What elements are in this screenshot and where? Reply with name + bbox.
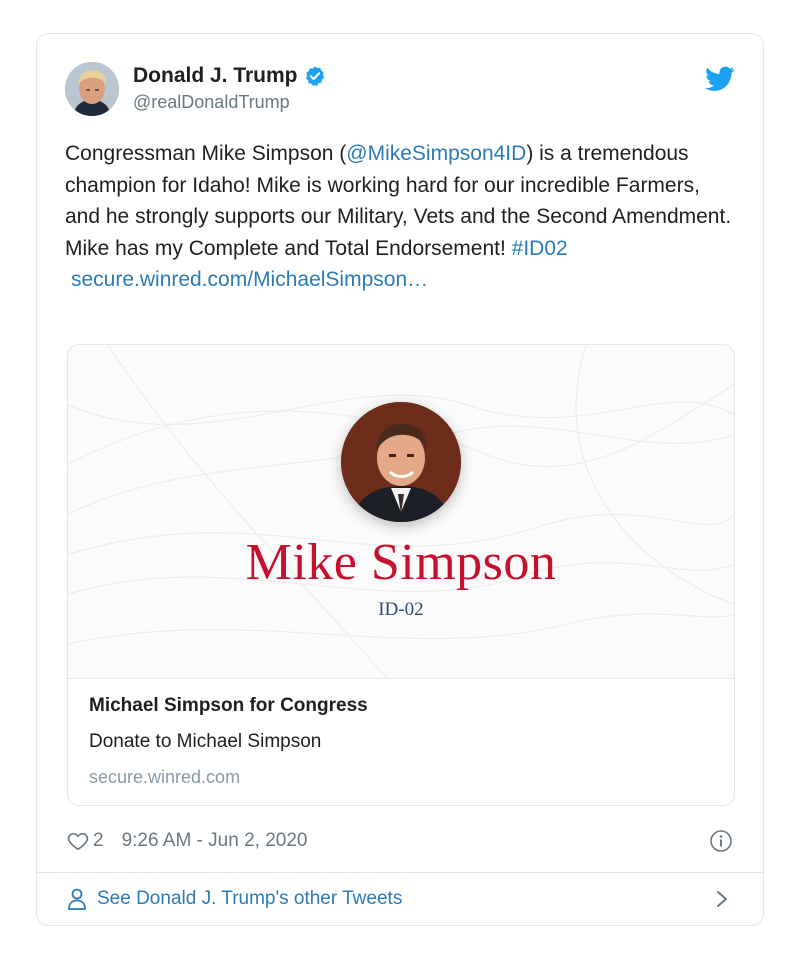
tweet-text: Congressman Mike Simpson (@MikeSimpson4I…	[65, 138, 735, 296]
card-meta: Michael Simpson for Congress Donate to M…	[89, 695, 713, 788]
heart-icon[interactable]	[67, 830, 89, 852]
twitter-bird-icon[interactable]	[705, 66, 735, 92]
chevron-right-icon[interactable]	[715, 889, 729, 909]
embedded-tweet: Donald J. Trump @realDonaldTrump Congres…	[36, 33, 764, 926]
card-title: Michael Simpson for Congress	[89, 695, 368, 716]
tweet-header: Donald J. Trump @realDonaldTrump	[65, 62, 735, 122]
tweet-url-link[interactable]: secure.winred.com/MichaelSimpson…	[65, 264, 735, 296]
card-domain: secure.winred.com	[89, 767, 241, 787]
info-icon[interactable]	[709, 829, 733, 853]
card-description: Donate to Michael Simpson	[89, 731, 322, 752]
tweet-footer-meta: 2 9:26 AM - Jun 2, 2020	[67, 826, 733, 856]
hashtag-link[interactable]: #ID02	[512, 237, 568, 260]
author-handle[interactable]: @realDonaldTrump	[133, 92, 326, 113]
author-info: Donald J. Trump @realDonaldTrump	[133, 64, 326, 113]
see-other-tweets-link[interactable]: See Donald J. Trump's other Tweets	[67, 884, 733, 914]
like-count[interactable]: 2	[93, 830, 104, 852]
banner-candidate-name: Mike Simpson	[245, 534, 557, 591]
banner-district: ID-02	[378, 599, 424, 620]
tweet-timestamp[interactable]: 9:26 AM - Jun 2, 2020	[122, 830, 308, 852]
footer-divider	[37, 872, 763, 873]
tweet-text-part1: Congressman Mike Simpson (	[65, 142, 347, 165]
mention-link[interactable]: @MikeSimpson4ID	[346, 142, 526, 165]
author-display-name[interactable]: Donald J. Trump	[133, 64, 298, 88]
verified-badge-icon	[304, 65, 326, 87]
see-other-tweets-label[interactable]: See Donald J. Trump's other Tweets	[97, 888, 402, 910]
card-banner-image[interactable]: Mike Simpson ID-02	[68, 345, 734, 679]
author-avatar[interactable]	[65, 62, 119, 116]
candidate-photo	[341, 402, 461, 522]
person-icon	[67, 888, 87, 910]
link-preview-card[interactable]: Mike Simpson ID-02 Michael Simpson for C…	[67, 344, 735, 806]
